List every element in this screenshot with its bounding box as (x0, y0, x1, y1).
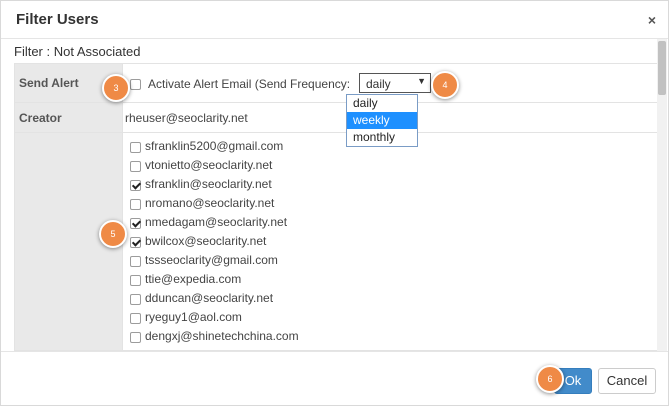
step-marker-4: 4 (431, 71, 459, 99)
send-frequency-select[interactable]: daily ▼ (359, 73, 431, 93)
user-email: nmedagam@seoclarity.net (145, 215, 288, 229)
user-checkbox[interactable] (130, 180, 141, 191)
user-checkbox[interactable] (130, 142, 141, 153)
dialog-footer: Ok Cancel (1, 351, 668, 407)
frequency-option[interactable]: weekly (347, 112, 417, 129)
filter-form: Send Alert Activate Alert Email (Send Fr… (14, 63, 659, 351)
frequency-option[interactable]: daily (347, 95, 417, 112)
user-email: bwilcox@seoclarity.net (145, 234, 267, 248)
user-checkbox[interactable] (130, 218, 141, 229)
user-checkbox[interactable] (130, 237, 141, 248)
scrollbar-thumb[interactable] (658, 41, 666, 95)
activate-alert-label: Activate Alert Email (Send Frequency: (148, 77, 351, 91)
cancel-button[interactable]: Cancel (598, 368, 656, 394)
activate-alert-checkbox[interactable] (130, 79, 141, 90)
user-checkbox[interactable] (130, 275, 141, 286)
user-checkbox[interactable] (130, 332, 141, 343)
send-frequency-value: daily (366, 77, 391, 91)
user-checkbox[interactable] (130, 199, 141, 210)
user-checkbox[interactable] (130, 294, 141, 305)
filter-status: Filter : Not Associated (14, 44, 141, 59)
user-email: sfranklin5200@gmail.com (145, 139, 284, 153)
close-icon[interactable]: × (648, 12, 656, 28)
filter-users-dialog: Filter Users × Filter : Not Associated S… (0, 0, 669, 406)
user-checkbox[interactable] (130, 256, 141, 267)
user-checkbox[interactable] (130, 161, 141, 172)
send-alert-label: Send Alert (19, 76, 79, 90)
scrollbar[interactable] (657, 39, 667, 351)
user-email: ttie@expedia.com (145, 272, 242, 286)
frequency-options-list: daily weekly monthly (346, 94, 418, 147)
dialog-header: Filter Users × (1, 1, 668, 39)
dialog-title: Filter Users (16, 11, 99, 28)
user-checkbox[interactable] (130, 313, 141, 324)
user-email: vtonietto@seoclarity.net (145, 158, 273, 172)
creator-row: Creator rheuser@seoclarity.net (15, 103, 659, 133)
user-email: dduncan@seoclarity.net (145, 291, 274, 305)
step-marker-6: 6 (536, 365, 564, 393)
user-email: ryeguy1@aol.com (145, 310, 242, 324)
user-email: nromano@seoclarity.net (145, 196, 275, 210)
step-marker-5: 5 (99, 220, 127, 248)
creator-value: rheuser@seoclarity.net (125, 111, 248, 125)
dropdown-arrow-icon: ▼ (417, 76, 426, 86)
user-email: tssseoclarity@gmail.com (145, 253, 278, 267)
step-marker-3: 3 (102, 74, 130, 102)
frequency-option[interactable]: monthly (347, 129, 417, 146)
user-email: sfranklin@seoclarity.net (145, 177, 272, 191)
user-email: dengxj@shinetechchina.com (145, 329, 299, 343)
creator-label: Creator (19, 111, 62, 125)
